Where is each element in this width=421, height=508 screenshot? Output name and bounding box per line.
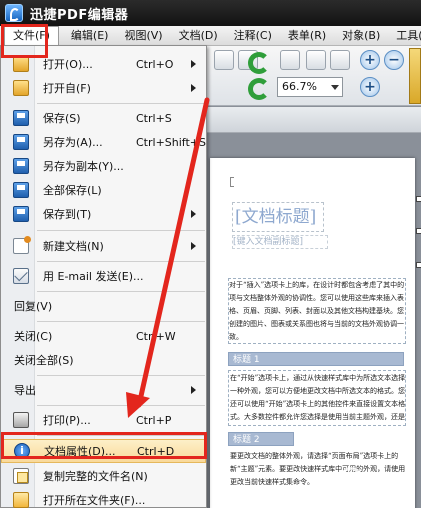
annotation-arrow — [126, 97, 210, 418]
